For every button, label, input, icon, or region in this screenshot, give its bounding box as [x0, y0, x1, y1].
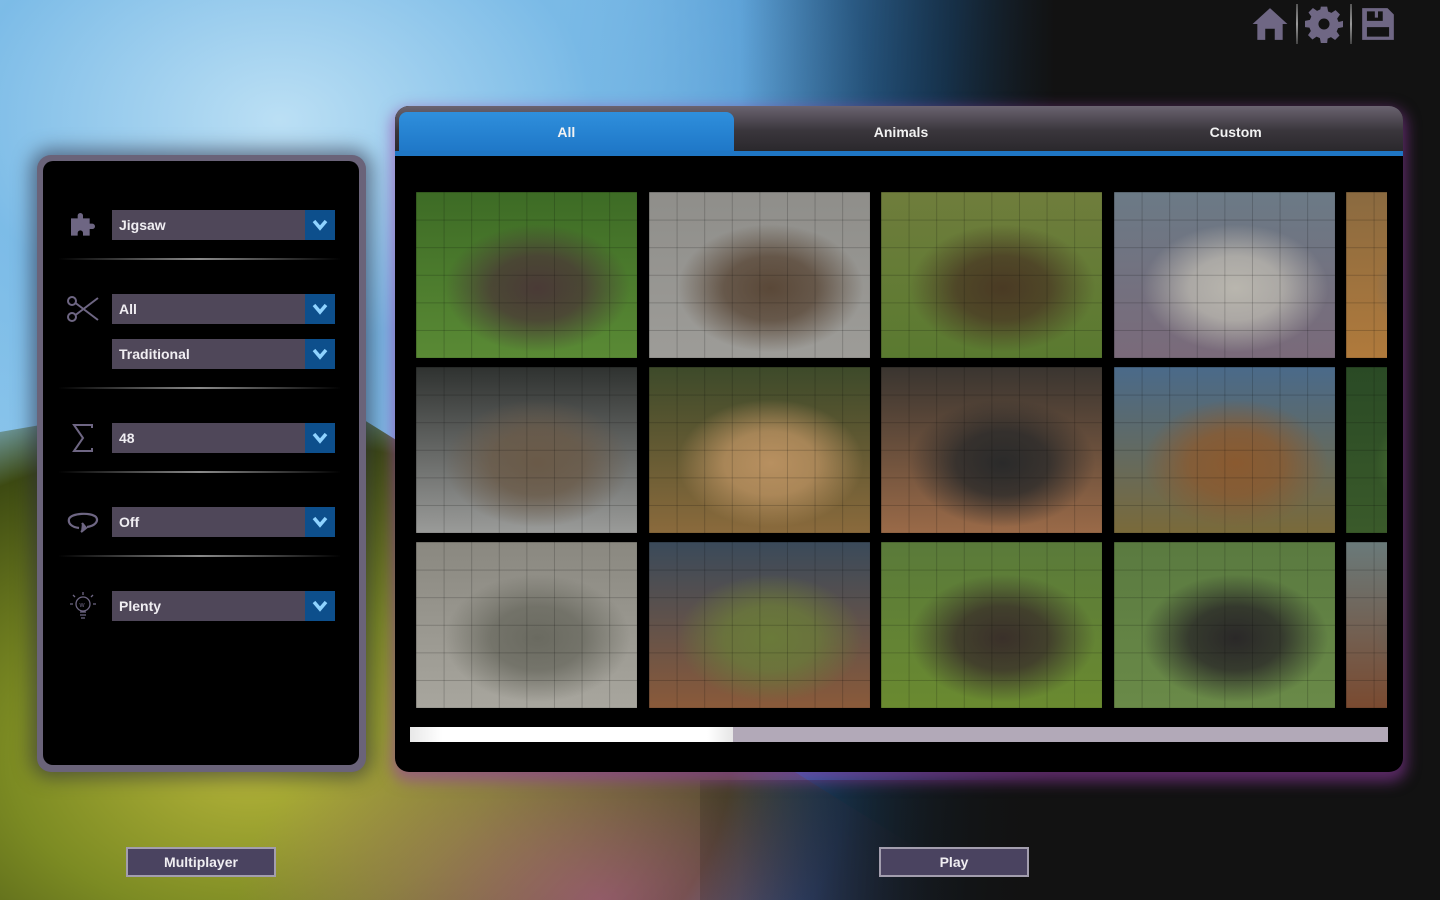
chevron-down-icon[interactable]	[305, 423, 335, 453]
divider	[58, 471, 341, 473]
puzzle-thumbnail[interactable]	[1346, 367, 1387, 533]
divider	[58, 555, 341, 557]
hints-value: Plenty	[119, 598, 162, 614]
home-button[interactable]	[1244, 2, 1296, 46]
sigma-icon	[65, 423, 101, 453]
puzzle-thumbnail[interactable]	[648, 367, 870, 533]
background-fade-bottom	[700, 780, 1440, 900]
puzzle-thumbnail[interactable]	[416, 192, 637, 358]
puzzle-piece-icon	[65, 210, 101, 240]
cut-style-row: Traditional	[43, 339, 359, 369]
puzzle-thumbnail[interactable]	[416, 542, 637, 708]
puzzle-thumbnail[interactable]	[648, 542, 870, 708]
cut-style-select[interactable]: Traditional	[112, 339, 335, 369]
gear-icon	[1305, 6, 1343, 43]
hints-row: w Plenty	[43, 591, 359, 621]
chevron-down-icon[interactable]	[305, 210, 335, 240]
puzzle-thumbnail-grid	[416, 192, 1387, 708]
chevron-down-icon[interactable]	[305, 339, 335, 369]
settings-panel: Jigsaw All Traditional 48 Off w Plenty	[37, 155, 366, 772]
top-toolbar	[1244, 2, 1404, 46]
piece-count-value: 48	[119, 430, 135, 446]
piece-count-select[interactable]: 48	[112, 423, 335, 453]
divider	[58, 258, 341, 260]
puzzle-thumbnail[interactable]	[1113, 542, 1335, 708]
rotation-row: Off	[43, 507, 359, 537]
cut-style-value: Traditional	[119, 346, 190, 362]
cut-set-value: All	[119, 301, 137, 317]
puzzle-thumbnail[interactable]	[416, 367, 637, 533]
gallery-scrollbar[interactable]	[410, 727, 1388, 742]
hints-select[interactable]: Plenty	[112, 591, 335, 621]
cut-set-select[interactable]: All	[112, 294, 335, 324]
svg-text:w: w	[79, 602, 86, 609]
cut-set-row: All	[43, 294, 359, 324]
puzzle-thumbnail[interactable]	[1346, 192, 1387, 358]
rotation-select[interactable]: Off	[112, 507, 335, 537]
tab-all[interactable]: All	[399, 112, 734, 151]
puzzle-thumbnail[interactable]	[1113, 367, 1335, 533]
save-button[interactable]	[1352, 2, 1404, 46]
puzzle-type-select[interactable]: Jigsaw	[112, 210, 335, 240]
tab-custom[interactable]: Custom	[1068, 106, 1403, 151]
piece-count-row: 48	[43, 423, 359, 453]
puzzle-gallery-panel: All Animals Custom	[395, 106, 1403, 772]
floppy-disk-icon	[1362, 8, 1394, 40]
puzzle-thumbnail[interactable]	[881, 542, 1102, 708]
category-tabs: All Animals Custom	[395, 106, 1403, 156]
home-icon	[1252, 8, 1288, 40]
tab-animals[interactable]: Animals	[734, 106, 1069, 151]
play-button[interactable]: Play	[879, 847, 1029, 877]
divider	[58, 387, 341, 389]
chevron-down-icon[interactable]	[305, 591, 335, 621]
scissors-icon	[65, 294, 101, 324]
settings-button[interactable]	[1298, 2, 1350, 46]
puzzle-thumbnail[interactable]	[881, 192, 1102, 358]
puzzle-thumbnail[interactable]	[881, 367, 1102, 533]
rotate-icon	[65, 507, 101, 537]
multiplayer-button[interactable]: Multiplayer	[126, 847, 276, 877]
lightbulb-icon: w	[65, 591, 101, 621]
rotation-value: Off	[119, 514, 140, 530]
puzzle-type-row: Jigsaw	[43, 210, 359, 240]
puzzle-type-value: Jigsaw	[119, 217, 166, 233]
scrollbar-thumb[interactable]	[410, 727, 733, 742]
chevron-down-icon[interactable]	[305, 507, 335, 537]
chevron-down-icon[interactable]	[305, 294, 335, 324]
puzzle-thumbnail[interactable]	[1346, 542, 1387, 708]
puzzle-thumbnail[interactable]	[1113, 192, 1335, 358]
puzzle-thumbnail[interactable]	[648, 192, 870, 358]
